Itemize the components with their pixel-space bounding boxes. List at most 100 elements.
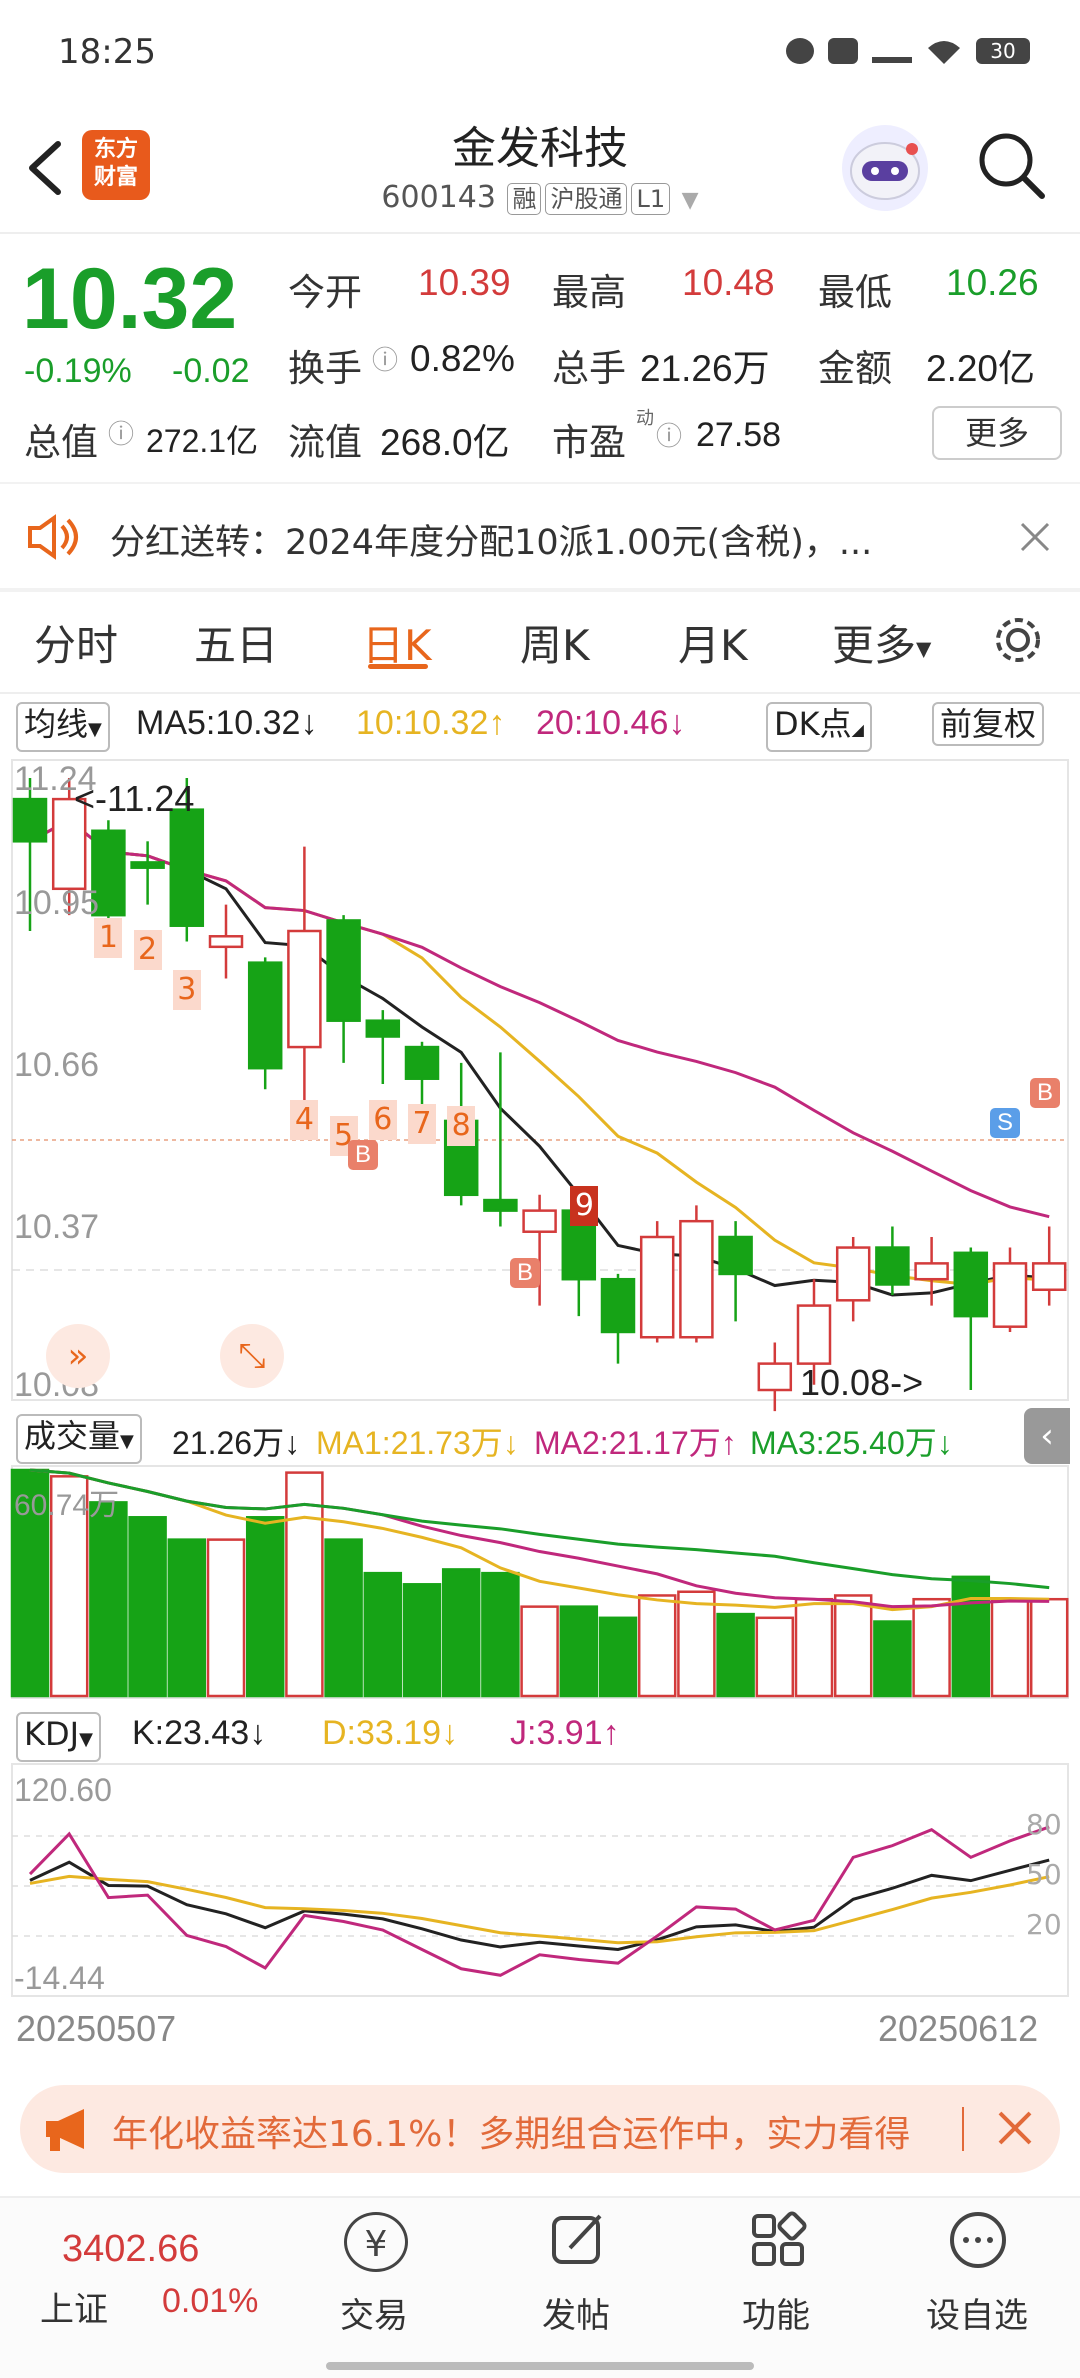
tab-intraday[interactable]: 分时 xyxy=(34,612,118,673)
volume-bar xyxy=(402,1583,442,1698)
ma5-value: MA5:10.32↓ xyxy=(136,704,318,742)
candle-body xyxy=(1031,1262,1067,1292)
adjust-button[interactable]: 前复权 xyxy=(932,702,1045,746)
tab-monthly-k[interactable]: 月K xyxy=(678,612,748,673)
index-name[interactable]: 上证 xyxy=(40,2282,108,2331)
search-icon[interactable] xyxy=(976,130,1048,202)
status-bar: 18:25 30 xyxy=(0,0,1080,100)
function-icon[interactable] xyxy=(748,2210,808,2270)
volume-bar xyxy=(598,1616,638,1698)
volume-bar xyxy=(167,1538,207,1698)
battery-icon: 30 xyxy=(976,38,1030,64)
expand-right-icon[interactable]: » xyxy=(46,1324,110,1388)
nav-watchlist[interactable]: 设自选 xyxy=(926,2288,1028,2337)
turnover-value: 0.82% xyxy=(410,338,515,379)
volume-bar xyxy=(363,1571,403,1698)
sell-signal-icon: S xyxy=(990,1108,1020,1138)
caret-down-icon: ▼ xyxy=(79,1729,93,1750)
dk-button[interactable]: DK点◢ xyxy=(766,702,872,752)
nav-post[interactable]: 发帖 xyxy=(542,2288,610,2337)
fullscreen-icon[interactable]: ⤡ xyxy=(220,1324,284,1388)
candle-body xyxy=(365,1019,401,1038)
speaker-icon xyxy=(28,514,78,560)
candles xyxy=(12,778,1067,1412)
divider xyxy=(0,692,1080,694)
volume-bar xyxy=(520,1605,559,1698)
volume-bar xyxy=(128,1516,167,1698)
info-icon[interactable]: ⓘ xyxy=(656,416,682,453)
gear-icon[interactable] xyxy=(990,612,1046,668)
tab-weekly-k[interactable]: 周K xyxy=(520,612,590,673)
tab-more-label: 更多 xyxy=(832,621,917,670)
signal-digit: 4 xyxy=(290,1100,319,1140)
kdj-selector[interactable]: KDJ▼ xyxy=(16,1712,101,1762)
high-label: 最高 xyxy=(552,271,626,314)
notice-text[interactable]: 分红送转：2024年度分配10派1.00元(含税)，... xyxy=(110,514,872,565)
more-button[interactable]: 更多 xyxy=(932,406,1062,460)
assistant-robot-icon[interactable] xyxy=(842,125,928,211)
megaphone-icon xyxy=(46,2109,84,2151)
tab-more[interactable]: 更多▼ xyxy=(832,612,931,673)
tag-level: L1 xyxy=(631,183,671,215)
volume-bar xyxy=(637,1594,677,1698)
kline-chart[interactable] xyxy=(0,755,1080,2055)
candle-body xyxy=(326,919,361,1022)
index-percent[interactable]: 0.01% xyxy=(162,2282,258,2321)
signal-digit: 3 xyxy=(172,970,201,1010)
change-amount: -0.02 xyxy=(172,352,250,390)
candle-body xyxy=(169,808,205,927)
wifi-icon xyxy=(926,38,962,64)
mktcap-value: 272.1亿 xyxy=(146,423,259,459)
hd-icon xyxy=(828,38,858,64)
kdj-frame xyxy=(11,1763,1069,1997)
corner-icon: ◢ xyxy=(851,720,864,739)
post-icon[interactable] xyxy=(548,2210,608,2270)
tag-margin: 融 xyxy=(507,183,542,215)
low-value: 10.26 xyxy=(946,262,1039,303)
signal-digit: 2 xyxy=(133,930,162,970)
tag-connect: 沪股通 xyxy=(545,183,628,215)
banner-divider xyxy=(962,2107,964,2151)
kdj-j: J:3.91↑ xyxy=(510,1714,620,1752)
caret-down-icon: ▼ xyxy=(916,636,932,661)
volume-selector[interactable]: 成交量▼ xyxy=(16,1414,142,1464)
y-tick: 10.95 xyxy=(14,884,100,922)
candle-body xyxy=(12,797,48,843)
amount-label: 金额 xyxy=(818,347,892,390)
ma-selector[interactable]: 均线▼ xyxy=(16,702,110,752)
date-end: 20250612 xyxy=(878,2008,1039,2049)
stock-code: 600143 xyxy=(381,180,496,215)
close-icon[interactable] xyxy=(994,2107,1036,2149)
current-price: 10.32 xyxy=(22,251,238,347)
volume-bar xyxy=(481,1571,520,1698)
volume-bar xyxy=(912,1597,951,1698)
chevron-down-icon[interactable]: ▼ xyxy=(682,188,699,213)
candle-body xyxy=(247,961,283,1070)
candle-body xyxy=(953,1251,989,1318)
banner-text[interactable]: 年化收益率达16.1%！多期组合运作中，实力看得 xyxy=(112,2105,910,2157)
collapse-panel-icon[interactable]: ‹ xyxy=(1024,1408,1070,1464)
index-value[interactable]: 3402.66 xyxy=(62,2228,199,2271)
candle-body xyxy=(796,1304,832,1365)
status-time: 18:25 xyxy=(58,32,156,72)
divider xyxy=(0,588,1080,592)
close-icon[interactable] xyxy=(1018,520,1052,554)
signal-digit: 7 xyxy=(408,1104,436,1144)
kdj-level: 20 xyxy=(1026,1908,1062,1941)
kdj-level: 80 xyxy=(1026,1808,1062,1841)
info-icon[interactable]: ⓘ xyxy=(108,414,134,451)
tab-five-day[interactable]: 五日 xyxy=(194,612,278,673)
mktcap-label: 总值 xyxy=(24,421,98,464)
add-watchlist-icon[interactable] xyxy=(948,2210,1008,2270)
home-indicator xyxy=(326,2362,754,2370)
info-icon[interactable]: ⓘ xyxy=(372,340,398,377)
pe-value: 27.58 xyxy=(696,416,782,454)
signal-digit: 1 xyxy=(94,918,123,958)
nav-trade[interactable]: 交易 xyxy=(340,2288,408,2337)
nav-function[interactable]: 功能 xyxy=(742,2288,810,2337)
volume-bar xyxy=(990,1597,1030,1698)
candle-body xyxy=(600,1277,636,1334)
trade-icon[interactable]: ¥ xyxy=(344,2212,408,2272)
status-icons: 30 xyxy=(786,38,1030,64)
volume-bar xyxy=(833,1594,873,1698)
